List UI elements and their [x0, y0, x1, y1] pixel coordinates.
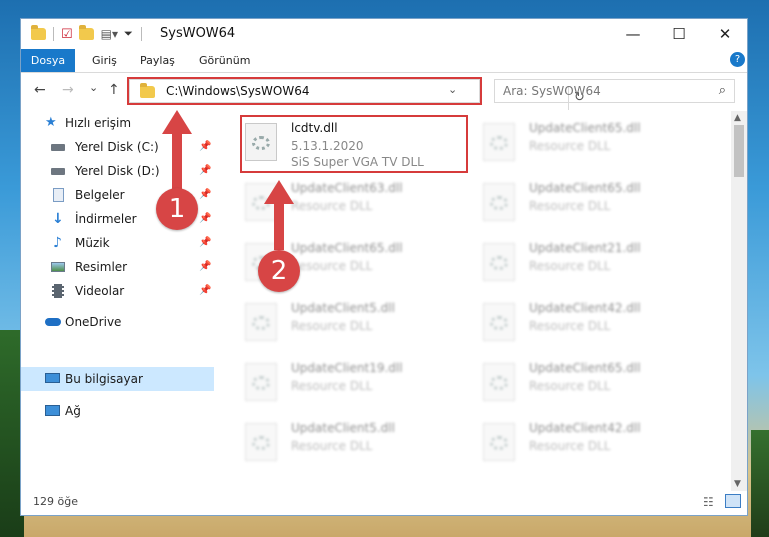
arrow-2-shaft [274, 198, 284, 250]
annotation-arrows [162, 110, 294, 250]
step-1-badge: 1 [156, 188, 198, 230]
arrow-1-shaft [172, 128, 182, 194]
step-2-badge: 2 [258, 250, 300, 292]
arrow-2-head [264, 180, 294, 204]
arrow-1-head [162, 110, 192, 134]
